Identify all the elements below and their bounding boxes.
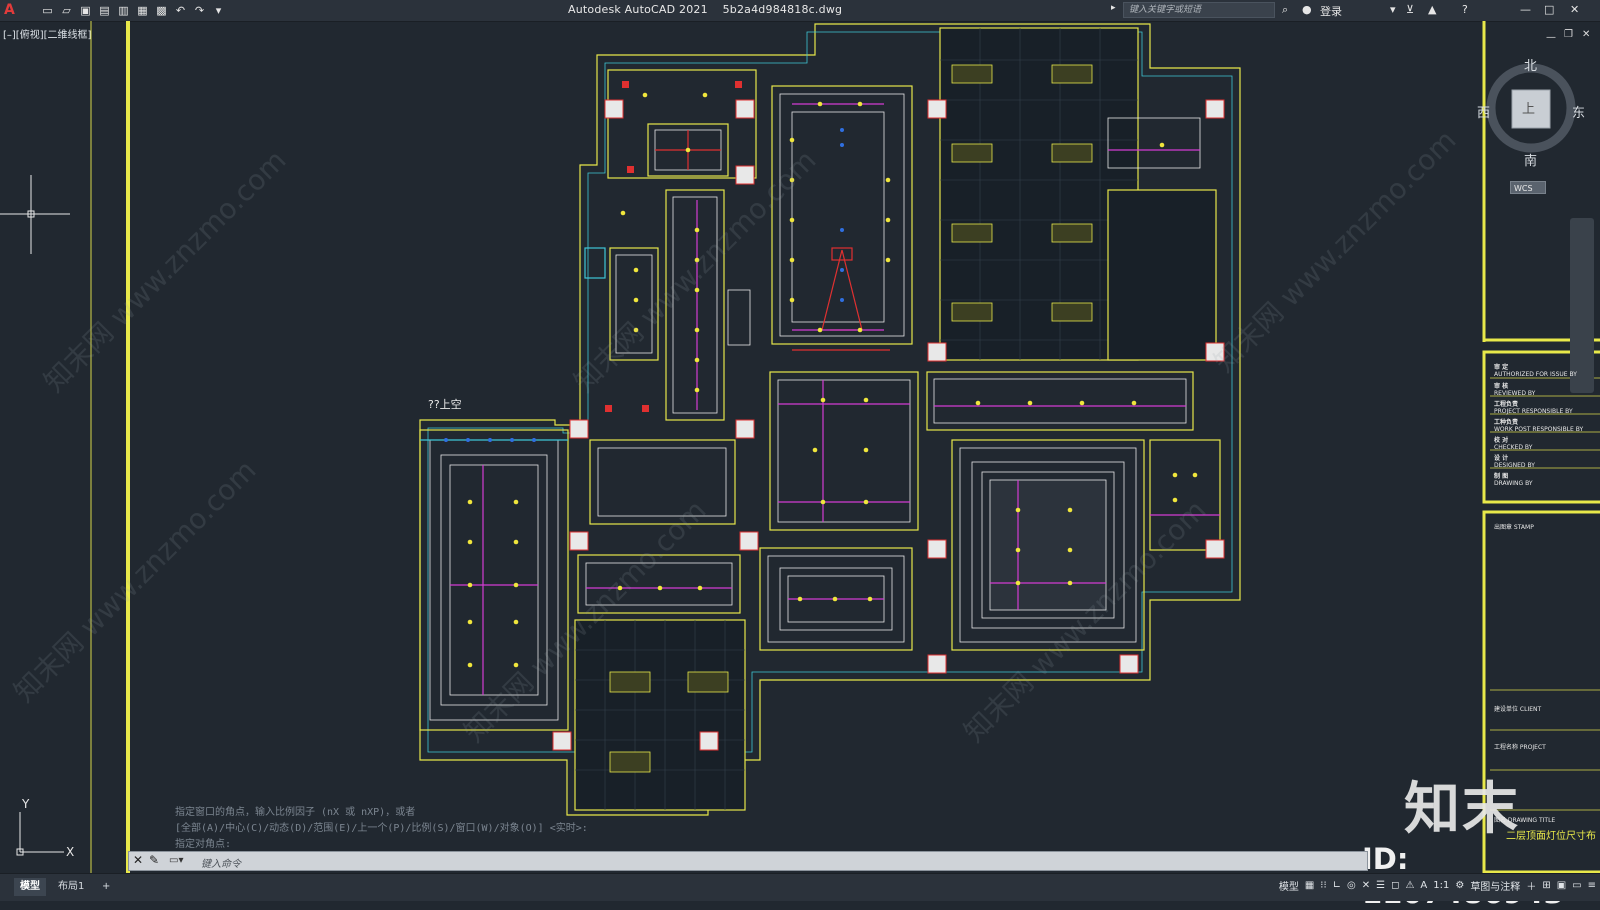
model-space-toggle[interactable]: 模型 — [1279, 878, 1299, 893]
a360-icon[interactable]: ▲ — [1428, 3, 1436, 16]
command-prompt-icon[interactable]: ▭▾ — [169, 855, 183, 866]
save-as-icon[interactable]: ▤ — [97, 3, 112, 18]
floor-plan — [419, 23, 1241, 816]
client-label: 建设单位 CLIENT — [1494, 706, 1542, 713]
help-icon[interactable]: ? — [1462, 3, 1468, 16]
add-layout-button[interactable]: + — [96, 878, 116, 896]
room-center — [769, 371, 919, 531]
ortho-icon[interactable]: ∟ — [1333, 880, 1341, 891]
selection-cycling-icon[interactable]: ◻ — [1391, 880, 1399, 891]
minimize-button[interactable]: — — [1520, 3, 1531, 16]
command-history-line: [全部(A)/中心(C)/动态(D)/范围(E)/上一个(P)/比例(S)/窗口… — [175, 823, 588, 834]
viewcube-east[interactable]: 东 — [1572, 102, 1585, 121]
publish-icon[interactable]: ▦ — [135, 3, 150, 18]
wcs-menu[interactable]: WCS — [1510, 181, 1546, 194]
room-grid-small — [1107, 189, 1217, 361]
status-bar: 模型 布局1 + 模型 ▦ ⁝⁝ ∟ ◎ ✕ ☰ ◻ ⚠ A 1:1 ⚙ 草图与… — [0, 873, 1600, 901]
viewcube-top-face[interactable]: 上 — [1522, 98, 1535, 117]
osnap-icon[interactable]: ✕ — [1362, 880, 1370, 891]
watermark-logo: 知末 — [1404, 777, 1520, 842]
ucs-icon: X Y — [16, 797, 74, 859]
user-icon[interactable]: ● — [1302, 3, 1312, 16]
annotation-scale-value[interactable]: 1:1 — [1433, 880, 1449, 891]
save-icon[interactable]: ▣ — [78, 3, 93, 18]
status-toolbar: 模型 ▦ ⁝⁝ ∟ ◎ ✕ ☰ ◻ ⚠ A 1:1 ⚙ 草图与注释 ＋ ⊞ ▣ … — [1279, 878, 1596, 893]
search-icon[interactable]: ⌕ — [1282, 3, 1288, 17]
viewport-restore-button[interactable]: ❐ — [1564, 29, 1573, 40]
title-bar: A ▭ ▱ ▣ ▤ ▥ ▦ ▩ ↶ ↷ ▾ Autodesk AutoCAD 2… — [0, 0, 1600, 22]
cart-icon[interactable]: ⊻ — [1406, 3, 1414, 16]
autocad-logo[interactable]: A — [4, 2, 15, 18]
project-label: 工程名称 PROJECT — [1494, 744, 1546, 751]
clean-screen-icon[interactable]: ▭ — [1572, 880, 1581, 891]
svg-text:Y: Y — [21, 797, 30, 811]
command-line[interactable]: ✕ ✎ ▭▾ 键入命令 — [128, 851, 1368, 871]
add-icon[interactable]: ＋ — [1526, 878, 1536, 893]
close-button[interactable]: ✕ — [1570, 3, 1579, 16]
svg-text:X: X — [66, 845, 74, 859]
room-grid-bottom — [574, 619, 746, 811]
maximize-button[interactable]: □ — [1544, 3, 1554, 16]
search-input[interactable]: 键入关键字或短语 — [1123, 2, 1275, 18]
login-link[interactable]: 登录 — [1320, 3, 1342, 19]
lineweight-icon[interactable]: ☰ — [1376, 880, 1385, 891]
stamp-label: 出图章 STAMP — [1494, 524, 1534, 531]
plot-icon[interactable]: ▥ — [116, 3, 131, 18]
print-icon[interactable]: ▩ — [154, 3, 169, 18]
file-name: 5b2a4d984818c.dwg — [722, 3, 843, 16]
customization-menu-icon[interactable]: ≡ — [1588, 880, 1596, 891]
undo-icon[interactable]: ↶ — [173, 3, 188, 18]
customize-dropdown-icon[interactable]: ▾ — [211, 3, 226, 18]
tab-layout1[interactable]: 布局1 — [52, 878, 90, 896]
room-long — [926, 371, 1194, 431]
command-history-line: 指定对角点: — [175, 839, 232, 850]
viewport-close-button[interactable]: ✕ — [1582, 29, 1590, 40]
quick-access-toolbar: ▭ ▱ ▣ ▤ ▥ ▦ ▩ ↶ ↷ ▾ — [40, 3, 226, 18]
room-label: ??上空 — [428, 398, 462, 411]
app-name: Autodesk AutoCAD 2021 — [568, 3, 708, 16]
isolate-objects-icon[interactable]: ⊞ — [1542, 880, 1550, 891]
snap-icon[interactable]: ⁝⁝ — [1320, 880, 1326, 891]
annotation-visibility-icon[interactable]: ⚠ — [1405, 880, 1414, 891]
polar-icon[interactable]: ◎ — [1347, 880, 1356, 891]
workspace-switch[interactable]: 草图与注释 — [1470, 878, 1520, 893]
command-close-icon[interactable]: ✕ — [133, 853, 143, 867]
search-expand-icon[interactable]: ▸ — [1111, 3, 1116, 13]
annotation-scale-icon[interactable]: A — [1420, 880, 1427, 891]
tab-model[interactable]: 模型 — [14, 878, 46, 896]
command-input[interactable]: 键入命令 — [201, 855, 241, 870]
window-title: Autodesk AutoCAD 2021 5b2a4d984818c.dwg — [568, 3, 842, 16]
grid-icon[interactable]: ▦ — [1305, 880, 1314, 891]
viewcube-south[interactable]: 南 — [1524, 150, 1537, 169]
viewcube-north[interactable]: 北 — [1524, 55, 1537, 74]
hardware-acceleration-icon[interactable]: ▣ — [1557, 880, 1566, 891]
workspace-gear-icon[interactable]: ⚙ — [1455, 880, 1464, 891]
viewcube-west[interactable]: 西 — [1477, 102, 1490, 121]
command-history-line: 指定窗口的角点，输入比例因子 (nX 或 nXP)，或者 — [175, 807, 416, 818]
viewport-minimize-button[interactable]: — — [1546, 32, 1556, 43]
open-file-icon[interactable]: ▱ — [59, 3, 74, 18]
command-customize-icon[interactable]: ✎ — [149, 853, 159, 867]
crosshair-cursor — [0, 175, 70, 254]
redo-icon[interactable]: ↷ — [192, 3, 207, 18]
new-file-icon[interactable]: ▭ — [40, 3, 55, 18]
room-hall — [771, 85, 913, 345]
login-dropdown-icon[interactable]: ▾ — [1390, 3, 1396, 16]
